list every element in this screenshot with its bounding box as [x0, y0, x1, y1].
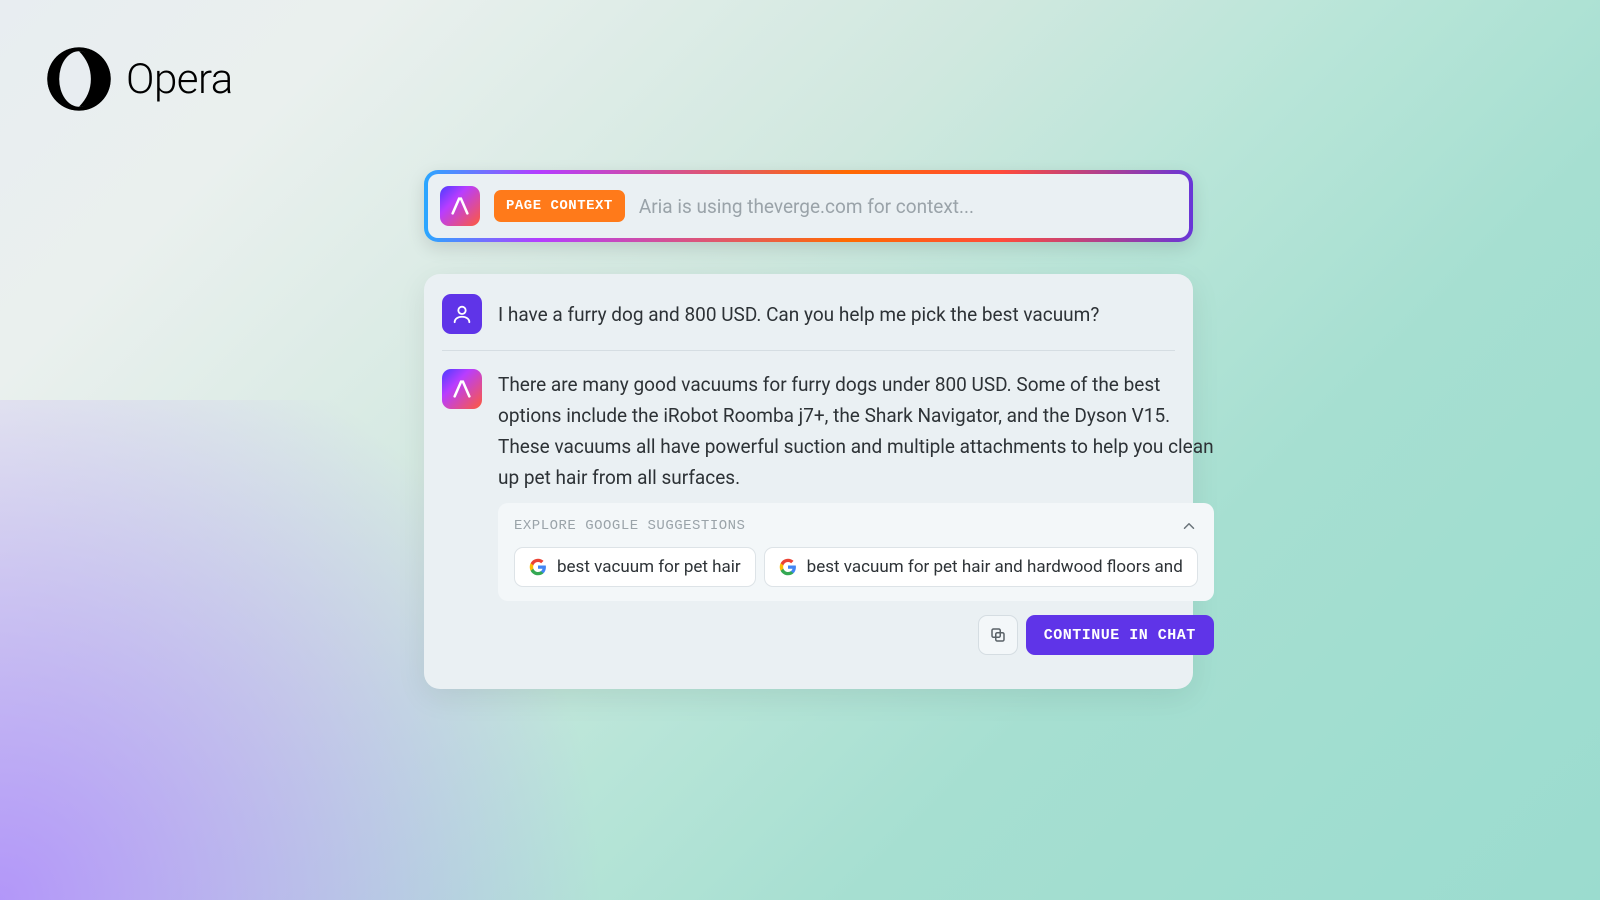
- user-message-text: I have a furry dog and 800 USD. Can you …: [498, 299, 1175, 330]
- chevron-up-icon[interactable]: [1180, 517, 1198, 535]
- user-message-row: I have a furry dog and 800 USD. Can you …: [442, 292, 1175, 351]
- chat-card: I have a furry dog and 800 USD. Can you …: [424, 274, 1193, 689]
- continue-in-chat-button[interactable]: CONTINUE IN CHAT: [1026, 615, 1214, 655]
- copy-icon: [989, 626, 1007, 644]
- opera-logo: Opera: [46, 46, 233, 112]
- context-bar[interactable]: PAGE CONTEXT Aria is using theverge.com …: [428, 174, 1189, 238]
- suggestion-chip[interactable]: best vacuum for pet hair and hardwood fl…: [764, 547, 1198, 587]
- aria-icon: [442, 369, 482, 409]
- copy-button[interactable]: [978, 615, 1018, 655]
- suggestion-label: best vacuum for pet hair and hardwood fl…: [807, 557, 1183, 577]
- context-status-text: Aria is using theverge.com for context..…: [639, 195, 974, 218]
- brand-name: Opera: [126, 55, 233, 104]
- action-row: CONTINUE IN CHAT: [498, 615, 1214, 655]
- suggestion-chip[interactable]: best vacuum for pet hair: [514, 547, 756, 587]
- suggestions-title: EXPLORE GOOGLE SUGGESTIONS: [514, 518, 745, 534]
- user-avatar-icon: [442, 294, 482, 334]
- suggestion-row: best vacuum for pet hair best vacuum for…: [514, 547, 1198, 587]
- assistant-message-row: There are many good vacuums for furry do…: [442, 367, 1175, 671]
- assistant-message-text: There are many good vacuums for furry do…: [498, 369, 1214, 493]
- aria-icon: [440, 186, 480, 226]
- google-icon: [529, 558, 547, 576]
- suggestions-panel: EXPLORE GOOGLE SUGGESTIONS: [498, 503, 1214, 601]
- aria-panel: PAGE CONTEXT Aria is using theverge.com …: [424, 170, 1193, 689]
- suggestion-label: best vacuum for pet hair: [557, 557, 741, 577]
- context-bar-wrap: PAGE CONTEXT Aria is using theverge.com …: [424, 170, 1193, 242]
- google-icon: [779, 558, 797, 576]
- opera-icon: [46, 46, 112, 112]
- page-context-badge: PAGE CONTEXT: [494, 190, 625, 222]
